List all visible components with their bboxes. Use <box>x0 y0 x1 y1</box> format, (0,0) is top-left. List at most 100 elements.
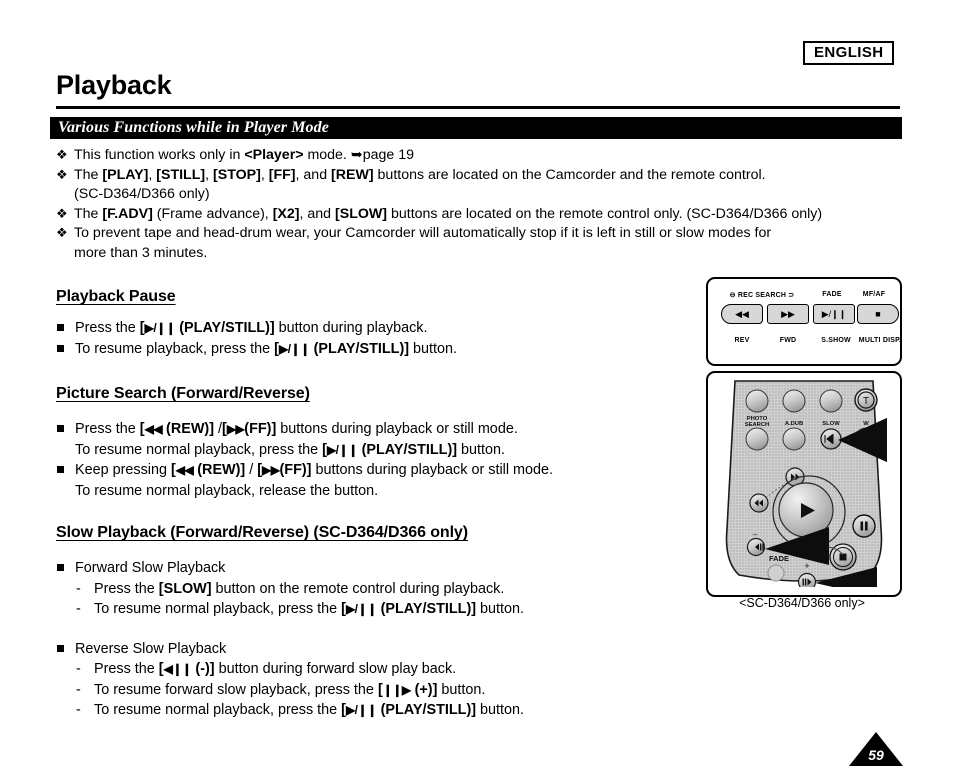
camcorder-label-mf-af: MF/AF <box>862 291 886 298</box>
language-badge: ENGLISH <box>803 41 895 65</box>
dash-bullet-icon: - <box>76 601 81 617</box>
text-run: ▶/❙❙ <box>144 321 176 335</box>
svg-text:T: T <box>863 396 869 407</box>
text-run: buttons are located on the remote contro… <box>387 205 823 222</box>
text-run: [STOP] <box>213 166 261 183</box>
camcorder-label-fwd: FWD <box>779 337 797 344</box>
text-run: (-)] <box>191 661 215 677</box>
text-run: button. <box>457 441 506 458</box>
text-run: button. <box>476 601 525 617</box>
svg-text:+: + <box>804 561 809 571</box>
dash-bullet-icon: - <box>76 681 81 698</box>
square-bullet-icon <box>57 466 64 473</box>
text-run: The <box>74 205 103 222</box>
sub-list-item: - To resume normal playback, press the [▶… <box>56 599 696 620</box>
subheading-picture-search: Picture Search (Forward/Reverse) <box>56 385 310 402</box>
text-run: Keep pressing <box>75 462 171 478</box>
text-run: [FF] <box>268 166 296 183</box>
square-bullet-icon <box>57 644 64 652</box>
camcorder-label-rec-search: ⊖ REC SEARCH ⊃ <box>729 292 795 299</box>
text-run: page 19 <box>362 147 415 163</box>
text-run: [STILL] <box>156 166 206 183</box>
svg-text:FADE: FADE <box>769 554 789 563</box>
text-run: buttons during playback or still mode. <box>276 421 518 437</box>
list-item: To resume playback, press the [▶/❙❙ (PLA… <box>56 339 696 360</box>
text-run: [X2] <box>272 205 300 222</box>
text-run: (PLAY/STILL)] <box>175 320 275 336</box>
intro-bullet-item: ❖ The [PLAY], [STILL], [STOP], [FF], and … <box>56 166 916 186</box>
square-bullet-icon <box>57 344 64 352</box>
text-run: (REW)] <box>162 421 215 437</box>
list-item: Forward Slow Playback <box>56 558 696 579</box>
text-run: This function works only in <box>74 147 245 163</box>
section-body-playback-pause: Press the [▶/❙❙ (PLAY/STILL)] button dur… <box>56 318 696 359</box>
text-run: [SLOW] <box>335 205 388 222</box>
page-number: 59 <box>868 747 884 763</box>
text-run: ▶/❙❙ <box>345 602 377 616</box>
intro-bullet-list: ❖ This function works only in <Player> mo… <box>56 146 916 263</box>
title-divider <box>56 106 900 109</box>
text-run: / <box>214 421 223 437</box>
text-run: button. <box>437 681 486 698</box>
text-run: ◀◀ <box>144 422 163 436</box>
remote-figure-caption: <SC-D364/D366 only> <box>739 596 865 610</box>
text-run: / <box>245 462 258 478</box>
text-run: , <box>205 166 214 183</box>
dash-bullet-icon: - <box>76 702 81 718</box>
text-run: (+)] <box>410 681 438 698</box>
remote-control-drawing: T PHOTO SEARCH A.DUB SLOW W – FADE + <box>725 380 887 587</box>
text-run: Press the <box>94 661 159 677</box>
text-run: buttons are located on the Camcorder and… <box>373 166 766 183</box>
text-run: ❙❙▶ <box>382 682 411 697</box>
sub-list-item: - To resume forward slow playback, press … <box>56 680 696 701</box>
list-item: Reverse Slow Playback <box>56 639 696 660</box>
clover-bullet-icon: ❖ <box>56 225 68 240</box>
text-run: (FF)] <box>244 421 277 437</box>
text-run: mode. <box>303 147 351 163</box>
camcorder-button-rew[interactable]: ◀◀ <box>721 304 763 324</box>
text-run: , <box>260 166 269 183</box>
text-run: , and <box>299 205 336 222</box>
text-run: button. <box>409 340 458 357</box>
camcorder-button-ff[interactable]: ▶▶ <box>767 304 809 324</box>
text-run: Forward Slow Playback <box>75 560 226 576</box>
text-run: (FF)] <box>279 462 312 478</box>
list-item: Press the [◀◀ (REW)] /[▶▶(FF)] buttons d… <box>56 419 696 460</box>
text-run: ▶/❙❙ <box>326 442 358 457</box>
text-run: To prevent tape and head-drum wear, your… <box>74 225 772 241</box>
intro-bullet-item: ❖ This function works only in <Player> mo… <box>56 146 916 166</box>
text-run: To resume normal playback, release the b… <box>75 482 379 499</box>
clover-bullet-icon: ❖ <box>56 147 68 162</box>
camcorder-button-play-still[interactable]: ▶/❙❙ <box>813 304 855 324</box>
sub-list-item: - Press the [SLOW] button on the remote c… <box>56 579 696 600</box>
text-run: button during forward slow play back. <box>214 661 457 677</box>
list-item-second-line: To resume normal playback, release the b… <box>75 481 696 502</box>
camcorder-label-sshow: S.SHOW <box>821 337 851 344</box>
sub-list-item: - Press the [◀❙❙ (-)] button during forwa… <box>56 659 696 680</box>
square-bullet-icon <box>57 564 64 571</box>
intro-bullet-continuation: more than 3 minutes. <box>74 244 208 261</box>
dash-bullet-icon: - <box>76 580 81 597</box>
intro-bullet-continuation: (SC-D364/D366 only) <box>74 186 210 202</box>
camcorder-button-row: ◀◀ ▶▶ ▶/❙❙ ■ <box>708 304 900 324</box>
svg-text:–: – <box>753 530 758 539</box>
text-run: (PLAY/STILL)] <box>376 601 477 617</box>
svg-text:SEARCH: SEARCH <box>745 422 769 428</box>
section-header-label: Various Functions while in Player Mode <box>58 119 329 136</box>
list-item-second-line: To resume normal playback, press the [▶/… <box>75 440 696 461</box>
text-run: [SLOW] <box>158 580 212 597</box>
svg-text:A.DUB: A.DUB <box>785 421 803 427</box>
text-run: ▶▶ <box>226 422 245 436</box>
clover-bullet-icon: ❖ <box>56 205 68 221</box>
list-item: Press the [▶/❙❙ (PLAY/STILL)] button dur… <box>56 318 696 339</box>
sub-list-item: - To resume normal playback, press the [▶… <box>56 700 696 721</box>
camcorder-button-stop[interactable]: ■ <box>857 304 899 324</box>
text-run: ▶▶ <box>262 463 280 477</box>
square-bullet-icon <box>57 324 64 331</box>
text-run: button. <box>476 702 525 718</box>
text-run: To resume normal playback, press the <box>94 601 342 617</box>
dash-bullet-icon: - <box>76 661 81 677</box>
text-run: [REW] <box>331 166 374 183</box>
svg-text:W: W <box>863 421 869 427</box>
text-run: ◀❙❙ <box>163 662 192 676</box>
